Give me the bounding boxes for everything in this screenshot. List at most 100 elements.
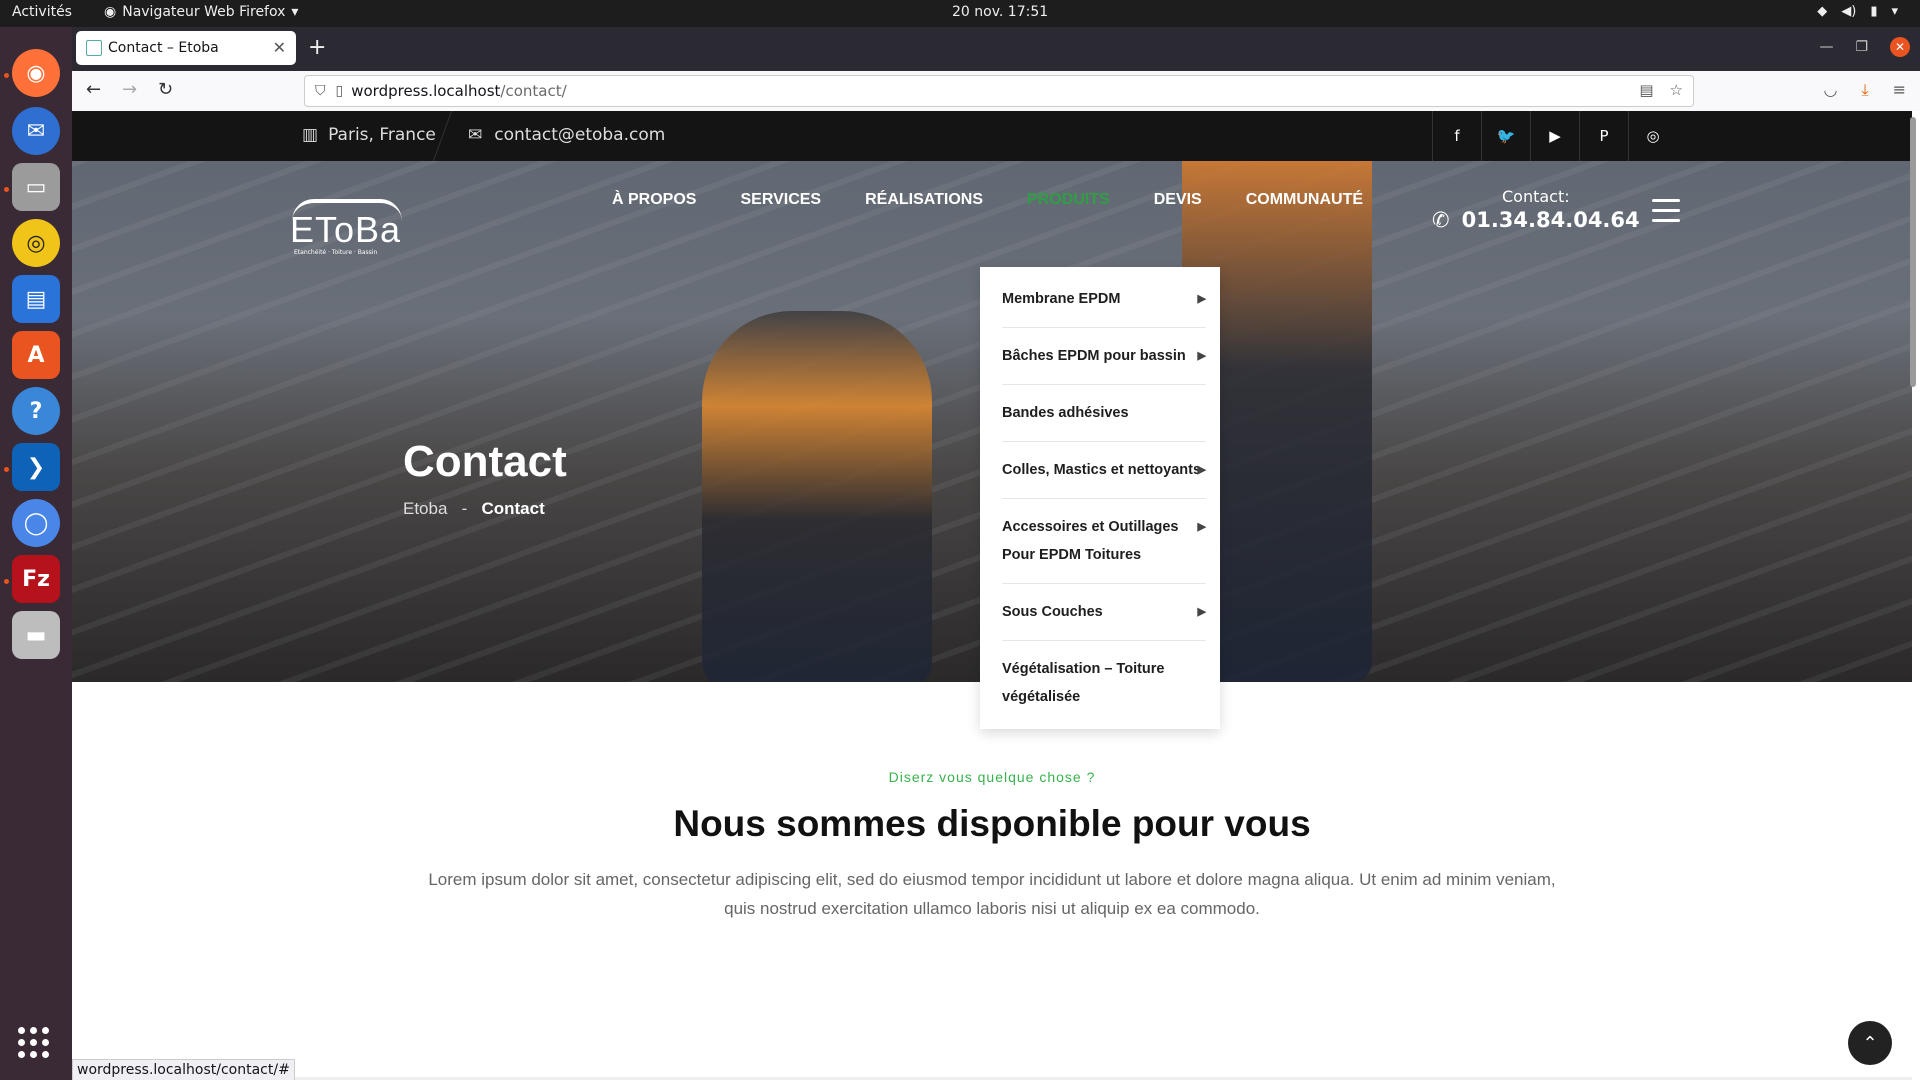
show-apps-icon[interactable]: [18, 1027, 49, 1058]
favicon-icon: [86, 40, 102, 56]
dropdown-item-membrane-epdm[interactable]: Membrane EPDM ▶: [1002, 271, 1206, 328]
help-icon[interactable]: ?: [12, 387, 60, 435]
activities-button[interactable]: Activités: [12, 4, 72, 20]
close-window-icon[interactable]: ✕: [1890, 37, 1910, 57]
products-dropdown: Membrane EPDM ▶ Bâches EPDM pour bassin …: [980, 267, 1220, 729]
caret-right-icon: ▶: [1197, 350, 1206, 362]
dropdown-item-vegetalisation[interactable]: Végétalisation – Toiture végétalisée: [1002, 641, 1206, 725]
menu-item-communaute[interactable]: COMMUNAUTÉ: [1246, 191, 1363, 209]
phone-link[interactable]: ✆ 01.34.84.04.64: [1432, 208, 1640, 232]
download-icon[interactable]: ⤓: [1862, 80, 1869, 100]
page-title: Contact: [403, 437, 567, 486]
forward-icon[interactable]: →: [122, 79, 137, 100]
location-text: Paris, France: [328, 125, 436, 145]
navigation-toolbar: ← → ↻ ⛉ ▯ wordpress.localhost/contact/ ▤…: [72, 71, 1920, 112]
pinterest-icon[interactable]: P: [1579, 111, 1628, 161]
page-viewport: ▥ Paris, France ✉ contact@etoba.com f 🐦 …: [72, 111, 1920, 1080]
firefox-icon[interactable]: ◉: [12, 49, 60, 97]
hamburger-menu-icon[interactable]: ≡: [1893, 80, 1906, 100]
tab-bar: Contact – Etoba ✕ + — ❐ ✕: [72, 27, 1920, 71]
filezilla-icon[interactable]: Fz: [12, 555, 60, 603]
vscode-icon[interactable]: ❯: [12, 443, 60, 491]
software-icon[interactable]: A: [12, 331, 60, 379]
scrollbar-thumb[interactable]: [1910, 117, 1916, 387]
thunderbird-icon[interactable]: ✉: [12, 107, 60, 155]
chromium-icon[interactable]: ◯: [12, 499, 60, 547]
system-tray[interactable]: ◆ ◀) ▮ ▾: [1817, 4, 1898, 19]
site-logo[interactable]: EToBa Etanchéité · Toiture · Bassin: [286, 197, 406, 257]
logo-text: EToBa: [290, 209, 402, 250]
menu-item-realisations[interactable]: RÉALISATIONS: [865, 191, 983, 209]
phone-number: 01.34.84.04.64: [1461, 208, 1640, 232]
url-path: /contact/: [500, 82, 567, 100]
dropdown-item-label: Accessoires et Outillages Pour EPDM Toit…: [1002, 519, 1179, 563]
caret-right-icon: ▶: [1197, 521, 1206, 533]
dropdown-item-label: Végétalisation – Toiture végétalisée: [1002, 661, 1165, 705]
dropdown-item-baches[interactable]: Bâches EPDM pour bassin ▶: [1002, 328, 1206, 385]
instagram-icon[interactable]: ◎: [1628, 111, 1677, 161]
location: ▥ Paris, France: [302, 125, 436, 145]
breadcrumb-separator: -: [461, 499, 468, 518]
restore-icon[interactable]: ❐: [1855, 39, 1868, 55]
social-links: f 🐦 ▶ P ◎: [1432, 111, 1677, 161]
youtube-icon[interactable]: ▶: [1530, 111, 1579, 161]
page-icon[interactable]: ▯: [336, 83, 344, 99]
tab-contact[interactable]: Contact – Etoba ✕: [76, 31, 296, 65]
chevron-down-icon: ▾: [291, 4, 299, 20]
files-icon[interactable]: ▭: [12, 163, 60, 211]
reader-view-icon[interactable]: ▤: [1639, 81, 1653, 99]
pocket-icon[interactable]: ◡: [1824, 80, 1838, 100]
section-text: Lorem ipsum dolor sit amet, consectetur …: [428, 870, 1556, 918]
dropdown-item-accessoires[interactable]: Accessoires et Outillages Pour EPDM Toit…: [1002, 499, 1206, 584]
section-subtitle: Diserz vous quelque chose ?: [888, 769, 1096, 785]
contact-label: Contact:: [1502, 187, 1570, 206]
running-indicator: [4, 187, 9, 192]
map-icon: ▥: [302, 125, 319, 145]
offcanvas-menu-icon[interactable]: [1652, 199, 1680, 229]
section-heading: Nous sommes disponible pour vous: [673, 803, 1311, 844]
close-icon[interactable]: ✕: [273, 38, 286, 57]
status-bar-url: wordpress.localhost/contact/#: [72, 1059, 295, 1080]
caret-right-icon: ▶: [1197, 293, 1206, 305]
back-icon[interactable]: ←: [86, 79, 101, 100]
chevron-down-icon: ▾: [1891, 4, 1898, 19]
dropdown-item-sous-couches[interactable]: Sous Couches ▶: [1002, 584, 1206, 641]
shield-icon[interactable]: ⛉: [315, 83, 326, 99]
drive-icon[interactable]: ▬: [12, 611, 60, 659]
dropdown-item-label: Colles, Mastics et nettoyants: [1002, 462, 1202, 478]
running-indicator: [4, 467, 9, 472]
twitter-icon[interactable]: 🐦: [1481, 111, 1530, 161]
menu-item-devis[interactable]: DEVIS: [1154, 191, 1202, 209]
breadcrumb-home[interactable]: Etoba: [403, 499, 447, 518]
dropdown-item-label: Membrane EPDM: [1002, 291, 1121, 307]
scroll-to-top-button[interactable]: ⌃: [1848, 1021, 1892, 1065]
menu-item-produits[interactable]: PRODUITS: [1027, 191, 1110, 209]
bookmark-star-icon[interactable]: ☆: [1670, 81, 1683, 99]
caret-right-icon: ▶: [1197, 464, 1206, 476]
dropdown-item-bandes[interactable]: Bandes adhésives: [1002, 385, 1206, 442]
volume-icon: ◀): [1841, 4, 1857, 19]
menu-item-services[interactable]: SERVICES: [740, 191, 821, 209]
email-link[interactable]: ✉ contact@etoba.com: [468, 125, 665, 145]
system-top-bar: Activités ◉ Navigateur Web Firefox ▾ 20 …: [0, 0, 1920, 27]
writer-icon[interactable]: ▤: [12, 275, 60, 323]
minimize-icon[interactable]: —: [1819, 39, 1833, 55]
url-bar[interactable]: ⛉ ▯ wordpress.localhost/contact/ ▤ ☆: [304, 75, 1694, 107]
header-contact: Contact: ✆ 01.34.84.04.64: [1432, 187, 1640, 232]
tab-title: Contact – Etoba: [108, 40, 219, 56]
reload-icon[interactable]: ↻: [158, 79, 173, 100]
app-menu[interactable]: ◉ Navigateur Web Firefox ▾: [104, 4, 298, 20]
clock[interactable]: 20 nov. 17:51: [952, 4, 1048, 20]
new-tab-button[interactable]: +: [308, 35, 326, 60]
worker-photo-left: [702, 311, 932, 682]
dropdown-item-colles[interactable]: Colles, Mastics et nettoyants ▶: [1002, 442, 1206, 499]
menu-item-a-propos[interactable]: À PROPOS: [612, 191, 696, 209]
facebook-icon[interactable]: f: [1432, 111, 1481, 161]
rhythmbox-icon[interactable]: ◎: [12, 219, 60, 267]
logo-tagline: Etanchéité · Toiture · Bassin: [294, 249, 378, 256]
wifi-icon: ◆: [1817, 4, 1828, 19]
dropdown-item-label: Sous Couches: [1002, 604, 1103, 620]
dropdown-item-label: Bandes adhésives: [1002, 405, 1129, 421]
phone-icon: ✆: [1432, 208, 1450, 232]
app-menu-label: Navigateur Web Firefox: [122, 4, 286, 20]
